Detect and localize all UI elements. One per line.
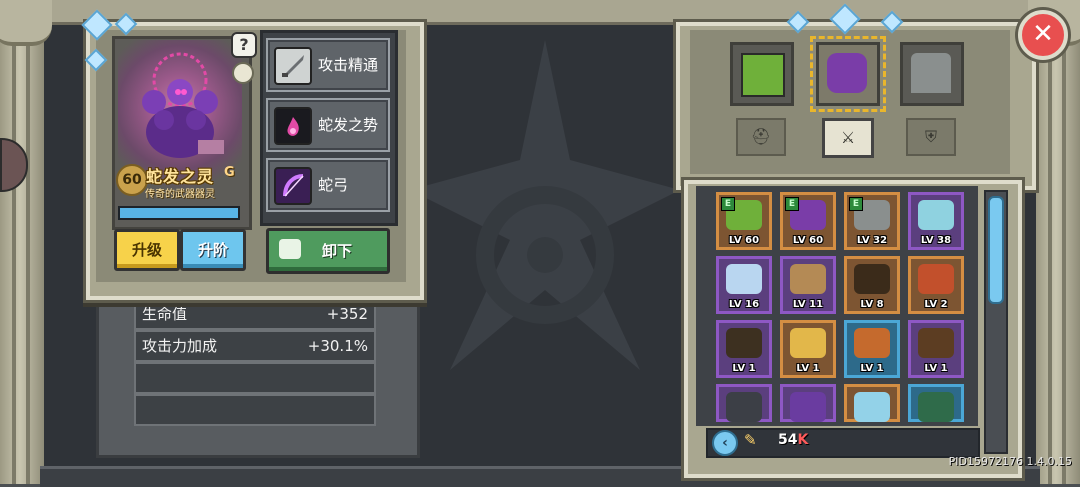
skill-label: 蛇发之势 — [318, 116, 379, 134]
character-subtitle: 传奇的武器器灵 — [145, 189, 215, 200]
inventory-slot[interactable] — [780, 384, 836, 422]
item-level: LV 38 — [920, 235, 952, 246]
item-level: LV 16 — [728, 299, 760, 310]
stat-row: 攻击力加成 +30.1% — [134, 330, 376, 362]
skill-slot[interactable]: 蛇发之势 — [266, 98, 390, 152]
inventory-slot[interactable]: E LV 60 — [780, 192, 836, 250]
tab-weapon[interactable]: ⚔ — [822, 118, 874, 158]
back-arrow-icon[interactable]: ‹ — [712, 430, 738, 456]
helmet-icon: ⛑ — [750, 127, 772, 146]
item-level: LV 60 — [792, 235, 824, 246]
category-slot-purple[interactable] — [810, 36, 886, 112]
item-icon — [918, 328, 954, 358]
skill-slot[interactable]: 蛇弓 — [266, 158, 390, 212]
category-slot-green[interactable] — [730, 42, 794, 106]
stat-value: +30.1% — [307, 337, 368, 355]
sword-mastery-icon — [274, 47, 312, 85]
hydra-spirit-icon — [827, 53, 867, 93]
coin-unit: K — [797, 432, 809, 448]
item-icon — [726, 392, 762, 422]
item-icon — [726, 264, 762, 294]
skill-label: 攻击精通 — [318, 56, 379, 74]
item-icon — [918, 264, 954, 294]
item-level: LV 2 — [924, 299, 948, 310]
close-button[interactable]: ✕ — [1018, 10, 1068, 60]
equipped-tag: E — [785, 197, 799, 211]
coin-amount: 54 — [778, 432, 798, 448]
character-grade: G — [224, 165, 235, 180]
item-level: LV 1 — [796, 363, 820, 374]
inventory-slot[interactable]: LV 1 — [780, 320, 836, 378]
inventory-slot[interactable] — [844, 384, 900, 422]
item-level: LV 60 — [728, 235, 760, 246]
left-pillar — [0, 0, 44, 484]
skill-label: 蛇弓 — [318, 176, 349, 194]
unequip-button[interactable]: 卸下 — [266, 228, 390, 274]
item-icon — [790, 392, 826, 422]
snake-bow-icon — [274, 167, 312, 205]
shield-icon: ⛨ — [924, 127, 937, 146]
item-level: LV 32 — [856, 235, 888, 246]
category-slot-grey[interactable] — [900, 42, 964, 106]
item-level: LV 1 — [732, 363, 756, 374]
upgrade-button[interactable]: 升级 — [114, 229, 180, 271]
build-info: PID15972176 1.4.0.15 — [948, 455, 1072, 468]
emblem-decoration — [410, 40, 680, 370]
pink-flame-icon — [274, 107, 312, 145]
advance-button[interactable]: 升阶 — [180, 229, 246, 271]
stat-row: 生命值 +352 — [134, 298, 376, 330]
equipped-tag: E — [721, 197, 735, 211]
item-icon — [918, 392, 954, 422]
character-name: 蛇发之灵 — [146, 167, 215, 186]
item-level: LV 8 — [860, 299, 884, 310]
scrollbar-thumb[interactable] — [988, 196, 1004, 304]
item-level: LV 1 — [860, 363, 884, 374]
brush-icon[interactable]: ✎ — [744, 431, 762, 451]
item-icon — [854, 328, 890, 358]
unequip-label: 卸下 — [321, 242, 352, 260]
inventory-slot[interactable] — [716, 384, 772, 422]
inventory-slot[interactable]: LV 1 — [908, 320, 964, 378]
weapon-icon: ⚔ — [840, 128, 856, 147]
tab-helmet[interactable]: ⛑ — [736, 118, 786, 156]
info-toggle[interactable] — [232, 62, 254, 84]
inventory-slot[interactable]: E LV 60 — [716, 192, 772, 250]
castle-spirit-icon — [911, 53, 951, 93]
coin-count: 54K — [778, 432, 858, 448]
inventory-slot[interactable]: E LV 32 — [844, 192, 900, 250]
inventory-slot[interactable]: LV 8 — [844, 256, 900, 314]
item-icon — [790, 264, 826, 294]
leaf-spirit-icon — [741, 53, 785, 97]
inventory-slot[interactable]: LV 38 — [908, 192, 964, 250]
item-level: LV 1 — [924, 363, 948, 374]
item-level: LV 11 — [792, 299, 824, 310]
inventory-slot[interactable]: LV 11 — [780, 256, 836, 314]
stat-name: 生命值 — [142, 305, 188, 323]
stat-name: 攻击力加成 — [142, 337, 218, 355]
inventory-slot[interactable]: LV 2 — [908, 256, 964, 314]
help-button[interactable]: ? — [231, 32, 257, 58]
item-icon — [790, 328, 826, 358]
stat-value: +352 — [326, 305, 368, 323]
skill-slot[interactable]: 攻击精通 — [266, 38, 390, 92]
inventory-slot[interactable]: LV 16 — [716, 256, 772, 314]
inventory-slot[interactable] — [908, 384, 964, 422]
equipped-tag: E — [849, 197, 863, 211]
item-icon — [854, 392, 890, 422]
xp-fill — [120, 208, 238, 218]
item-icon — [854, 264, 890, 294]
right-pillar — [1036, 0, 1080, 484]
item-icon — [726, 328, 762, 358]
item-icon — [918, 200, 954, 230]
left-pillar-cap — [0, 0, 52, 46]
stat-row-empty — [134, 362, 376, 394]
inventory-slot[interactable]: LV 1 — [844, 320, 900, 378]
xp-bar — [118, 206, 240, 220]
inventory-slot[interactable]: LV 1 — [716, 320, 772, 378]
tab-shield[interactable]: ⛨ — [906, 118, 956, 156]
stat-row-empty — [134, 394, 376, 426]
fist-icon — [279, 239, 301, 259]
